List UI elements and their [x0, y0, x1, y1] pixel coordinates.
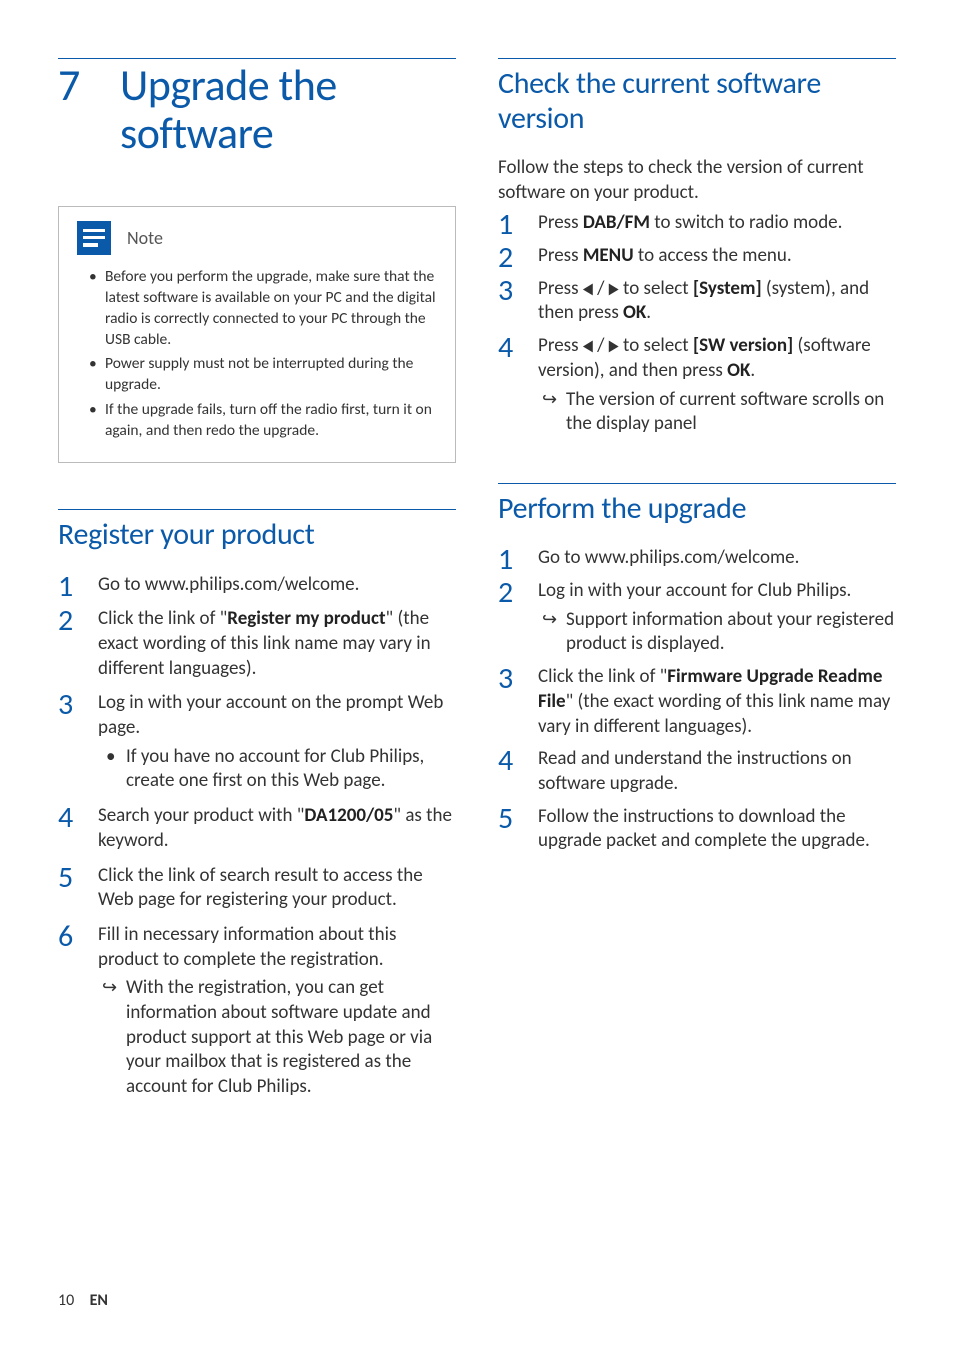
page-lang: EN [90, 1291, 108, 1310]
note-label: Note [127, 227, 163, 249]
step-item: Go to www.philips.com/welcome. [58, 573, 456, 598]
section-register-heading: Register your product [58, 518, 456, 553]
note-item: If the upgrade fails, turn off the radio… [89, 400, 437, 442]
check-steps: Press DAB/FM to switch to radio mode. Pr… [498, 211, 896, 437]
step-item: Search your product with "DA1200/05" as … [58, 804, 456, 853]
perform-steps: Go to www.philips.com/welcome. Log in wi… [498, 546, 896, 854]
step-item: Click the link of "Firmware Upgrade Read… [498, 665, 896, 739]
triangle-right-icon: ▶ [609, 280, 619, 300]
sub-arrow: With the registration, you can get infor… [98, 976, 456, 1099]
step-item: Read and understand the instructions on … [498, 747, 896, 796]
triangle-right-icon: ▶ [609, 337, 619, 357]
section-rule [498, 58, 896, 59]
step-item: Fill in necessary information about this… [58, 923, 456, 1100]
step-item: Press ◀ / ▶ to select [SW version] (soft… [498, 334, 896, 437]
page-number: 10 [58, 1291, 86, 1310]
step-item: Click the link of "Register my product" … [58, 607, 456, 681]
chapter-number: 7 [58, 61, 120, 109]
note-item: Before you perform the upgrade, make sur… [89, 267, 437, 351]
step-item: Log in with your account for Club Philip… [498, 579, 896, 657]
section-rule [58, 509, 456, 510]
note-list: Before you perform the upgrade, make sur… [77, 267, 437, 442]
note-icon [77, 221, 111, 255]
triangle-left-icon: ◀ [583, 337, 593, 357]
note-item: Power supply must not be interrupted dur… [89, 354, 437, 396]
triangle-left-icon: ◀ [583, 280, 593, 300]
step-item: Follow the instructions to download the … [498, 805, 896, 854]
step-item: Go to www.philips.com/welcome. [498, 546, 896, 571]
page-footer: 10 EN [58, 1291, 108, 1310]
sub-arrow: The version of current software scrolls … [538, 388, 896, 437]
section-rule [498, 483, 896, 484]
sub-bullet: If you have no account for Club Philips,… [98, 745, 456, 794]
step-item: Press DAB/FM to switch to radio mode. [498, 211, 896, 236]
register-steps: Go to www.philips.com/welcome. Click the… [58, 573, 456, 1100]
step-item: Click the link of search result to acces… [58, 864, 456, 913]
chapter-title-line1: Upgrade the [120, 58, 337, 112]
step-item: Log in with your account on the prompt W… [58, 691, 456, 794]
step-item: Press MENU to access the menu. [498, 244, 896, 269]
check-intro: Follow the steps to check the version of… [498, 156, 896, 205]
section-check-heading: Check the current software version [498, 67, 896, 136]
chapter-title: 7Upgrade thesoftware [58, 61, 456, 158]
chapter-title-line2: software [120, 106, 273, 160]
sub-arrow: Support information about your registere… [538, 608, 896, 657]
section-perform-heading: Perform the upgrade [498, 492, 896, 527]
note-box: Note Before you perform the upgrade, mak… [58, 206, 456, 463]
step-item: Press ◀ / ▶ to select [System] (system),… [498, 277, 896, 326]
